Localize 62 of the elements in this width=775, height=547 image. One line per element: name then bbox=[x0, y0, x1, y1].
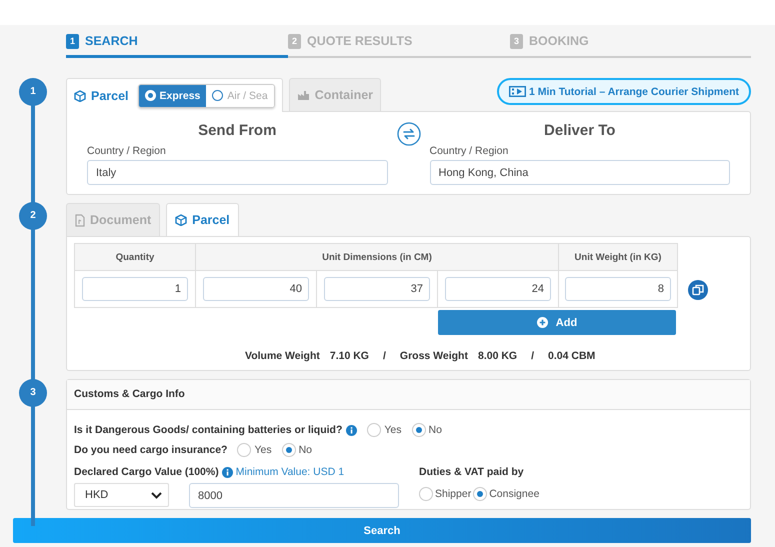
tutorial-link[interactable]: 1 Min Tutorial – Arrange Courier Shipment bbox=[496, 78, 751, 105]
radio-label: Yes bbox=[384, 424, 402, 436]
summary-text: 0.04 CBM bbox=[548, 350, 596, 362]
column-header: Quantity bbox=[74, 243, 195, 271]
hint-text: Minimum Value: USD 1 bbox=[236, 466, 344, 478]
number-field[interactable]: 40 bbox=[203, 277, 309, 301]
column-header: Unit Dimensions (in CM) bbox=[195, 243, 558, 271]
package-tab[interactable]: Parcel bbox=[166, 203, 239, 236]
number-field[interactable]: 24 bbox=[445, 277, 551, 301]
film-icon bbox=[508, 86, 526, 97]
factory-icon bbox=[296, 90, 310, 100]
field-label: Country / Region bbox=[87, 145, 167, 157]
chevron-icon bbox=[151, 492, 162, 498]
radio-button[interactable] bbox=[237, 443, 252, 457]
step-number: 2 bbox=[19, 202, 47, 230]
summary-text: / bbox=[531, 350, 534, 362]
radio-label: Shipper bbox=[435, 488, 472, 500]
value-field[interactable]: 8000 bbox=[189, 483, 399, 508]
field-label: Declared Cargo Value (100%) bbox=[74, 466, 219, 478]
service-option[interactable]: Express bbox=[138, 84, 206, 106]
radio-button[interactable] bbox=[282, 443, 296, 457]
copy-icon[interactable] bbox=[688, 280, 708, 300]
number-field[interactable]: 8 bbox=[565, 277, 671, 301]
summary-text: / bbox=[382, 350, 386, 362]
service-option[interactable]: Air / Sea bbox=[206, 84, 274, 106]
document-icon bbox=[75, 214, 85, 226]
summary-text: Volume Weight bbox=[245, 350, 320, 362]
radio-button[interactable] bbox=[412, 423, 426, 437]
summary-text: 7.10 KG bbox=[330, 350, 369, 362]
info-icon bbox=[222, 466, 233, 478]
radio-label: Consignee bbox=[489, 488, 540, 500]
number-field[interactable]: 1 bbox=[82, 277, 188, 301]
section-title: Send From bbox=[197, 121, 278, 141]
radio-button[interactable] bbox=[473, 487, 488, 501]
search-button[interactable]: Search bbox=[13, 518, 751, 543]
step-tab[interactable]: 1 SEARCH bbox=[66, 30, 288, 58]
add-button[interactable]: Add bbox=[438, 310, 676, 335]
cube-icon bbox=[175, 214, 188, 226]
mode-tab[interactable]: Parcel Express Air / Sea bbox=[66, 78, 283, 112]
country-field[interactable]: Italy bbox=[87, 160, 388, 185]
column-header: Unit Weight (in KG) bbox=[558, 243, 678, 271]
question-label: Is it Dangerous Goods/ containing batteries or liquid? bbox=[74, 424, 342, 436]
panel-title: Customs & Cargo Info bbox=[67, 380, 750, 410]
section-title: Deliver To bbox=[543, 121, 616, 141]
summary-text: 8.00 KG bbox=[478, 350, 518, 362]
radio-button[interactable] bbox=[367, 423, 382, 437]
currency-dropdown[interactable]: HKD bbox=[74, 483, 169, 507]
radio-label: Yes bbox=[254, 444, 272, 456]
plus-icon bbox=[536, 317, 548, 328]
summary-text: Gross Weight bbox=[400, 350, 468, 362]
radio-label: No bbox=[298, 444, 312, 456]
number-field[interactable]: 37 bbox=[324, 277, 430, 301]
swap-icon[interactable] bbox=[396, 122, 420, 146]
step-number: 1 bbox=[19, 78, 47, 106]
country-field[interactable]: Hong Kong, China bbox=[430, 160, 730, 185]
field-label: Country / Region bbox=[430, 145, 510, 157]
field-label: Duties & VAT paid by bbox=[419, 465, 525, 480]
radio-label: No bbox=[428, 424, 442, 436]
radio-button[interactable] bbox=[419, 487, 433, 501]
cube-icon bbox=[74, 90, 86, 102]
step-number: 3 bbox=[19, 379, 47, 407]
question-label: Do you need cargo insurance? bbox=[74, 444, 228, 456]
